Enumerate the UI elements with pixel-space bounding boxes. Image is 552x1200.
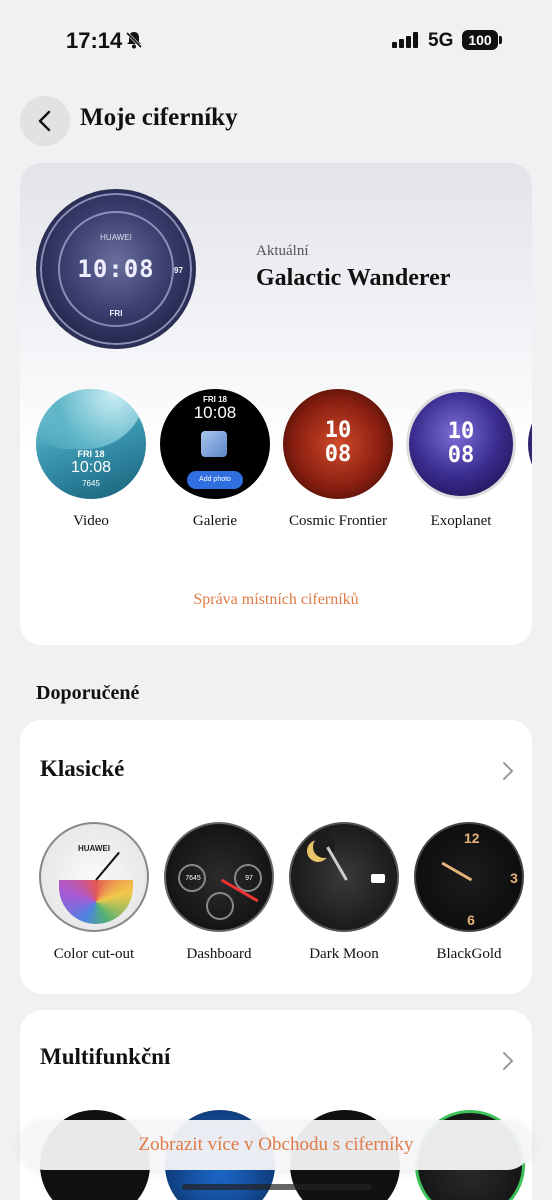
battery-tip xyxy=(499,36,502,44)
add-photo-button: Add photo xyxy=(187,471,243,489)
face-bpm: 97 xyxy=(174,266,183,275)
numeral-12: 12 xyxy=(464,830,480,846)
photo-icon xyxy=(201,431,227,457)
face-item-gallery[interactable]: FRI 18 10:08 Add photo Galerie xyxy=(159,389,271,530)
chevron-left-icon xyxy=(38,110,51,132)
my-faces-list[interactable]: FRI 18 10:08 7645 Video FRI 18 10:08 Add… xyxy=(35,389,532,539)
bell-muted-icon xyxy=(125,31,143,49)
hand-minute xyxy=(95,851,120,881)
chevron-right-icon[interactable] xyxy=(500,760,516,782)
signal-icon xyxy=(392,32,418,48)
face-thumb-more[interactable] xyxy=(528,389,532,499)
hand-hour xyxy=(441,861,473,882)
face-label-video: Video xyxy=(73,513,109,529)
numeral-6: 6 xyxy=(467,912,475,928)
multifunction-title[interactable]: Multifunkční xyxy=(40,1044,170,1070)
current-face-preview[interactable]: HUAWEI 10:08 97 FRI xyxy=(36,189,196,349)
hand-hour xyxy=(326,846,348,881)
classic-title[interactable]: Klasické xyxy=(40,756,124,782)
gallery-time: 10:08 xyxy=(193,403,237,422)
face-thumb-dashboard: 7645 97 xyxy=(164,822,274,932)
face-thumb-exoplanet: 10 08 xyxy=(406,389,516,499)
back-button[interactable] xyxy=(20,96,70,146)
battery-icon: 100 xyxy=(462,30,498,50)
face-thumb-blackgold: 12 3 6 xyxy=(414,822,524,932)
face-brand: HUAWEI xyxy=(100,233,132,242)
section-title-recommended: Doporučené xyxy=(36,682,140,704)
face-label-exoplanet: Exoplanet xyxy=(430,513,492,529)
video-steps: 7645 xyxy=(82,479,100,488)
network-type: 5G xyxy=(428,30,454,51)
manage-local-faces-link[interactable]: Správa místních ciferníků xyxy=(20,591,532,609)
cosmic-time: 10 08 xyxy=(324,418,352,467)
date-window xyxy=(371,874,385,883)
face-time: 10:08 xyxy=(77,255,155,283)
face-day: FRI xyxy=(109,309,123,318)
current-face-card: HUAWEI 10:08 97 FRI Aktuální Galactic Wa… xyxy=(20,163,532,645)
classic-card: Klasické HUAWEI Color cut-out 7645 97 Da… xyxy=(20,720,532,994)
open-store-button[interactable]: Zobrazit více v Obchodu s ciferníky xyxy=(20,1120,532,1170)
face-label-gallery: Galerie xyxy=(192,513,238,529)
face-item-video[interactable]: FRI 18 10:08 7645 Video xyxy=(35,389,147,530)
exoplanet-time: 10 08 xyxy=(447,419,475,468)
face-item-dark-moon[interactable]: Dark Moon xyxy=(288,822,400,963)
video-date: FRI 18 xyxy=(77,449,105,459)
face-item-dashboard[interactable]: 7645 97 Dashboard xyxy=(163,822,275,963)
status-bar: 17:14 5G 100 xyxy=(0,0,552,80)
face-item-color-cutout[interactable]: HUAWEI Color cut-out xyxy=(38,822,150,963)
dashboard-bpm: 97 xyxy=(245,875,253,882)
numeral-3: 3 xyxy=(510,870,518,886)
face-item-cosmic-frontier[interactable]: 10 08 Cosmic Frontier xyxy=(282,389,394,530)
face-label-blackgold: BlackGold xyxy=(436,946,502,962)
dashboard-steps: 7645 xyxy=(185,875,201,882)
status-time: 17:14 xyxy=(66,28,123,53)
face-thumb-gallery: FRI 18 10:08 Add photo xyxy=(160,389,270,499)
page-title: Moje ciferníky xyxy=(80,104,238,131)
face-label-dark-moon: Dark Moon xyxy=(309,946,379,962)
face-thumb-color-cutout: HUAWEI xyxy=(39,822,149,932)
color-cutout-art xyxy=(59,880,133,924)
cutout-brand: HUAWEI xyxy=(78,844,110,853)
face-label-dashboard: Dashboard xyxy=(186,946,252,962)
face-item-blackgold[interactable]: 12 3 6 BlackGold xyxy=(413,822,525,963)
home-indicator xyxy=(182,1184,372,1190)
dial-bottom xyxy=(206,892,234,920)
wave-shape xyxy=(36,389,146,449)
face-item-exoplanet[interactable]: 10 08 Exoplanet xyxy=(405,389,517,530)
face-thumb-dark-moon xyxy=(289,822,399,932)
current-face-name: Galactic Wanderer xyxy=(256,265,451,291)
face-thumb-cosmic-frontier: 10 08 xyxy=(283,389,393,499)
chevron-right-icon[interactable] xyxy=(500,1050,516,1072)
face-label-color-cutout: Color cut-out xyxy=(53,946,135,962)
current-label: Aktuální xyxy=(256,243,309,259)
multifunction-card: Multifunkční xyxy=(20,1010,532,1200)
face-label-cosmic-frontier: Cosmic Frontier xyxy=(289,513,387,529)
video-time: 10:08 xyxy=(70,459,112,476)
face-thumb-video: FRI 18 10:08 7645 xyxy=(36,389,146,499)
